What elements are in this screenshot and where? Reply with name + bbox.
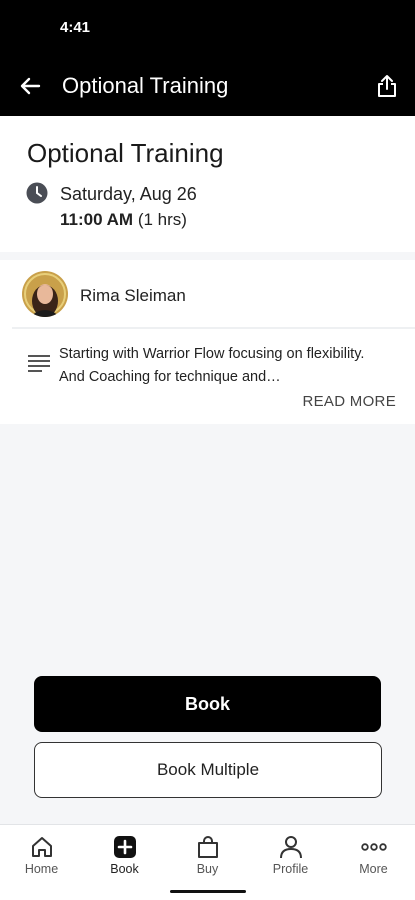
shopping-bag-icon: [197, 836, 218, 858]
event-date: Saturday, Aug 26: [60, 184, 197, 204]
event-duration: (1 hrs): [137, 210, 187, 229]
nav-item-profile[interactable]: Profile: [249, 825, 332, 885]
more-dots-icon: [360, 843, 387, 851]
clock-icon: [26, 182, 48, 204]
back-button[interactable]: [16, 72, 44, 100]
person-icon: [279, 836, 302, 859]
nav-label-home: Home: [24, 862, 59, 876]
share-button[interactable]: [373, 71, 401, 101]
event-header-card: Optional Training Saturday, Aug 26 11:00…: [0, 116, 415, 252]
read-more-link[interactable]: READ MORE: [302, 393, 396, 410]
nav-item-buy[interactable]: Buy: [166, 825, 249, 885]
description-text: Starting with Warrior Flow focusing on f…: [59, 346, 365, 385]
event-time: 11:00 AM: [60, 210, 134, 229]
instructor-name[interactable]: Rima Sleiman: [80, 286, 186, 306]
status-time: 4:41: [60, 19, 91, 36]
share-icon: [378, 75, 396, 97]
book-button[interactable]: Book: [34, 676, 381, 732]
app-bar: Optional Training: [0, 56, 415, 116]
status-bar: 4:41: [0, 0, 415, 56]
nav-label-buy: Buy: [196, 862, 219, 876]
app-bar-title: Optional Training: [62, 73, 229, 98]
back-arrow-icon: [20, 77, 41, 95]
avatar-image: [22, 271, 68, 317]
divider: [12, 327, 415, 329]
nav-item-home[interactable]: Home: [0, 825, 83, 885]
nav-label-more: More: [359, 862, 388, 876]
event-title: Optional Training: [27, 138, 224, 168]
home-icon: [31, 837, 52, 857]
instructor-avatar[interactable]: [22, 271, 68, 317]
nav-label-book: Book: [110, 862, 139, 876]
instructor-card: Rima Sleiman Starting with Warrior Flow …: [0, 260, 415, 424]
nav-label-profile: Profile: [272, 862, 309, 876]
event-time-row: 11:00 AM (1 hrs): [60, 210, 187, 230]
description-lines-icon: [28, 355, 50, 372]
nav-item-more[interactable]: More: [332, 825, 415, 885]
book-multiple-button[interactable]: Book Multiple: [34, 742, 382, 798]
plus-square-icon: [113, 836, 136, 858]
home-indicator: [170, 890, 246, 893]
bottom-nav: Home Book Buy Profile More: [0, 824, 415, 900]
nav-item-book[interactable]: Book: [83, 825, 166, 885]
